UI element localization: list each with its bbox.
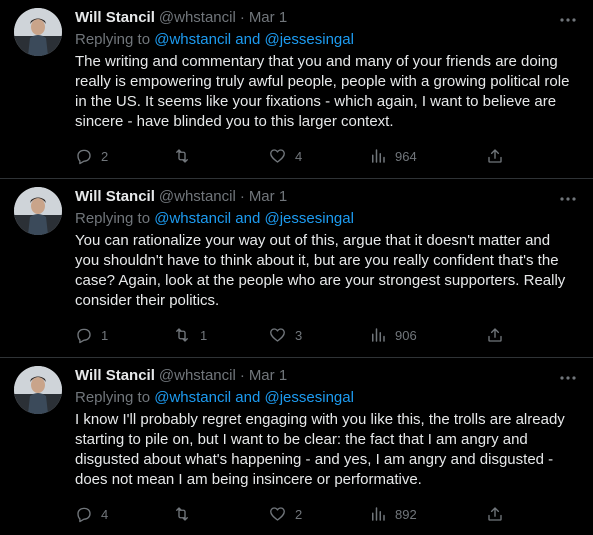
tweet-text: You can rationalize your way out of this… — [75, 232, 566, 309]
view-count: 964 — [395, 148, 417, 164]
separator-dot: · — [239, 9, 245, 26]
more-horizontal-icon — [559, 189, 577, 207]
replying-to: Replying to @whstancil and @jessesingal — [75, 30, 577, 50]
tweet-actions: 1 1 3 906 — [75, 325, 577, 345]
share-upload-icon — [486, 505, 504, 523]
tweet[interactable]: Will Stancil @whstancil · Mar 1 Replying… — [0, 358, 593, 535]
author-name[interactable]: Will Stancil — [75, 366, 155, 386]
avatar-column — [14, 8, 62, 178]
reply-button[interactable]: 1 — [75, 325, 172, 345]
tweet-body: Will Stancil @whstancil · Mar 1 Replying… — [75, 366, 577, 535]
author-handle[interactable]: @whstancil — [159, 8, 236, 28]
avatar-column — [14, 187, 62, 357]
more-options-button[interactable] — [559, 189, 577, 207]
more-horizontal-icon — [559, 10, 577, 28]
avatar[interactable] — [14, 366, 62, 414]
replying-to: Replying to @whstancil and @jessesingal — [75, 209, 577, 229]
avatar-column — [14, 366, 62, 535]
tweet[interactable]: Will Stancil @whstancil · Mar 1 Replying… — [0, 0, 593, 179]
separator-dot: · — [239, 188, 245, 205]
share-button[interactable] — [486, 146, 506, 166]
tweet-date[interactable]: Mar 1 — [249, 366, 287, 386]
replying-mentions[interactable]: @whstancil and @jessesingal — [154, 31, 354, 48]
author-name[interactable]: Will Stancil — [75, 8, 155, 28]
author-name[interactable]: Will Stancil — [75, 187, 155, 207]
retweet-icon — [172, 326, 192, 344]
tweet-header: Will Stancil @whstancil · Mar 1 — [75, 8, 577, 28]
heart-icon — [268, 147, 287, 165]
retweet-button[interactable] — [172, 146, 268, 166]
retweet-icon — [172, 147, 192, 165]
reply-button[interactable]: 4 — [75, 504, 172, 524]
tweet-body: Will Stancil @whstancil · Mar 1 Replying… — [75, 187, 577, 357]
more-options-button[interactable] — [559, 368, 577, 386]
tweet-header: Will Stancil @whstancil · Mar 1 — [75, 187, 577, 207]
more-options-button[interactable] — [559, 10, 577, 28]
share-upload-icon — [486, 147, 504, 165]
replying-prefix: Replying to — [75, 389, 155, 406]
share-button[interactable] — [486, 504, 506, 524]
tweet-actions: 4 2 892 — [75, 504, 577, 524]
author-handle[interactable]: @whstancil — [159, 187, 236, 207]
avatar[interactable] — [14, 187, 62, 235]
replying-prefix: Replying to — [75, 31, 155, 48]
views-button[interactable]: 892 — [369, 504, 486, 524]
view-count: 892 — [395, 506, 417, 522]
reply-bubble-icon — [75, 505, 93, 523]
like-count: 2 — [295, 506, 303, 522]
reply-count: 1 — [101, 327, 109, 343]
replying-mentions[interactable]: @whstancil and @jessesingal — [154, 210, 354, 227]
separator-dot: · — [239, 367, 245, 384]
heart-icon — [268, 326, 287, 344]
like-button[interactable]: 3 — [268, 325, 369, 345]
tweet-header: Will Stancil @whstancil · Mar 1 — [75, 366, 577, 386]
views-bar-chart-icon — [369, 147, 387, 165]
retweet-count: 1 — [200, 327, 208, 343]
like-count: 4 — [295, 148, 303, 164]
replying-mentions[interactable]: @whstancil and @jessesingal — [154, 389, 354, 406]
retweet-button[interactable]: 1 — [172, 325, 268, 345]
tweet-text: The writing and commentary that you and … — [75, 53, 570, 130]
tweet-thread: Will Stancil @whstancil · Mar 1 Replying… — [0, 0, 593, 535]
like-button[interactable]: 4 — [268, 146, 369, 166]
share-button[interactable] — [486, 325, 506, 345]
tweet[interactable]: Will Stancil @whstancil · Mar 1 Replying… — [0, 179, 593, 358]
views-button[interactable]: 964 — [369, 146, 486, 166]
reply-count: 4 — [101, 506, 109, 522]
replying-prefix: Replying to — [75, 210, 155, 227]
replying-to: Replying to @whstancil and @jessesingal — [75, 388, 577, 408]
views-bar-chart-icon — [369, 326, 387, 344]
share-upload-icon — [486, 326, 504, 344]
like-button[interactable]: 2 — [268, 504, 369, 524]
reply-bubble-icon — [75, 326, 93, 344]
author-handle[interactable]: @whstancil — [159, 366, 236, 386]
more-horizontal-icon — [559, 368, 577, 386]
view-count: 906 — [395, 327, 417, 343]
retweet-icon — [172, 505, 192, 523]
heart-icon — [268, 505, 287, 523]
reply-button[interactable]: 2 — [75, 146, 172, 166]
views-button[interactable]: 906 — [369, 325, 486, 345]
tweet-date[interactable]: Mar 1 — [249, 8, 287, 28]
tweet-text: I know I'll probably regret engaging wit… — [75, 411, 565, 488]
tweet-date[interactable]: Mar 1 — [249, 187, 287, 207]
views-bar-chart-icon — [369, 505, 387, 523]
retweet-button[interactable] — [172, 504, 268, 524]
like-count: 3 — [295, 327, 303, 343]
reply-bubble-icon — [75, 147, 93, 165]
tweet-body: Will Stancil @whstancil · Mar 1 Replying… — [75, 8, 577, 178]
tweet-actions: 2 4 964 — [75, 146, 577, 166]
reply-count: 2 — [101, 148, 109, 164]
avatar[interactable] — [14, 8, 62, 56]
